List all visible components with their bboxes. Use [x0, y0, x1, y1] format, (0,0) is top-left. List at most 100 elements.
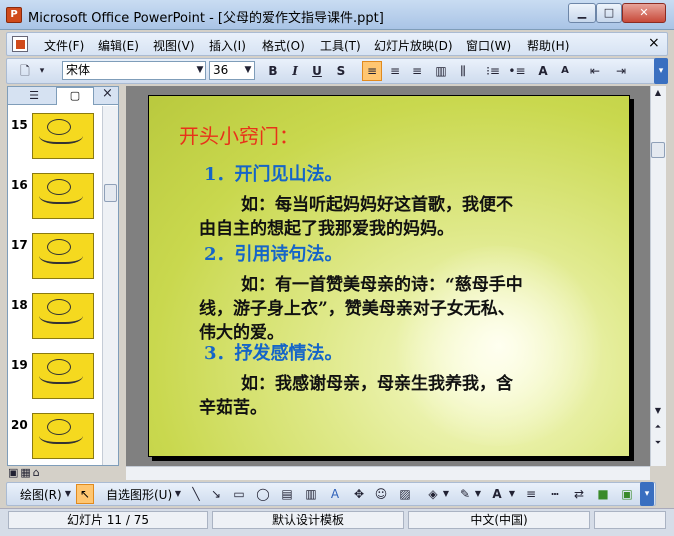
arrow-icon[interactable]: ↘ — [208, 485, 224, 503]
thumbnail-scroll-thumb[interactable] — [104, 184, 117, 202]
menu-window[interactable]: 窗口(W) — [466, 37, 511, 54]
slide-thumbnail-15[interactable] — [32, 113, 94, 159]
slide-thumbnail-20[interactable] — [32, 413, 94, 459]
wordart-icon[interactable]: A — [326, 485, 344, 503]
close-document-button[interactable]: × — [648, 35, 660, 51]
select-objects-icon[interactable]: ↖ — [76, 484, 94, 504]
slide-horizontal-scrollbar[interactable] — [126, 466, 650, 480]
slide-number: 16 — [11, 178, 28, 192]
current-slide[interactable]: 开头小窍门： 1．开门见山法。 如：每当听起妈妈好这首歌，我便不 由自主的想起了… — [148, 95, 630, 457]
new-document-icon[interactable]: 🗋 — [14, 62, 36, 80]
slide-scroll-thumb[interactable] — [651, 142, 665, 158]
font-dropdown-icon[interactable]: ▼ — [194, 62, 206, 79]
section-body-line[interactable]: 线，游子身上衣”，赞美母亲对子女无私、 — [199, 294, 515, 319]
vertical-text-icon[interactable]: ⫼ — [454, 62, 472, 80]
section-body-line[interactable]: 辛茹苦。 — [199, 393, 267, 418]
outline-tab[interactable]: ☰ — [14, 88, 54, 104]
menu-view[interactable]: 视图(V) — [153, 37, 195, 54]
slide-counter: 幻灯片 11 / 75 — [8, 511, 208, 529]
bold-button[interactable]: B — [264, 62, 282, 80]
section-heading[interactable]: 3．抒发感情法。 — [204, 339, 343, 365]
underline-button[interactable]: U — [308, 62, 326, 80]
slide-thumbnail-18[interactable] — [32, 293, 94, 339]
picture-icon[interactable]: ▨ — [396, 485, 414, 503]
diagram-icon[interactable]: ✥ — [350, 485, 368, 503]
3d-style-icon[interactable]: ▣ — [618, 485, 636, 503]
bullets-icon[interactable]: •≡ — [508, 62, 526, 80]
drawing-toolbar-overflow-icon[interactable]: ▾ — [640, 482, 654, 506]
shadow-style-icon[interactable]: ■ — [594, 485, 612, 503]
shrink-font-button[interactable]: A — [556, 62, 574, 80]
scroll-up-icon[interactable]: ▲ — [650, 86, 666, 100]
slide-thumbnail-19[interactable] — [32, 353, 94, 399]
section-body-line[interactable]: 由自主的想起了我那爱我的妈妈。 — [199, 214, 454, 239]
thumbnail-scrollbar[interactable] — [102, 106, 118, 465]
increase-indent-icon[interactable]: ⇥ — [612, 62, 630, 80]
slide-number: 19 — [11, 358, 28, 372]
decrease-indent-icon[interactable]: ⇤ — [586, 62, 604, 80]
language-status: 中文(中国) — [408, 511, 590, 529]
slide-thumbnail-17[interactable] — [32, 233, 94, 279]
font-color-icon[interactable]: A — [488, 485, 506, 503]
menu-file[interactable]: 文件(F) — [44, 37, 84, 54]
autoshapes-button[interactable]: 自选图形(U) — [106, 486, 172, 503]
powerpoint-app-icon[interactable]: P — [6, 7, 22, 23]
autoshapes-dropdown-icon[interactable]: ▼ — [172, 485, 184, 503]
toolbar-options-icon[interactable]: ▾ — [36, 62, 48, 80]
oval-icon[interactable]: ◯ — [254, 485, 272, 503]
window-title: Microsoft Office PowerPoint - [父母的爱作文指导课… — [28, 11, 384, 26]
italic-button[interactable]: I — [286, 62, 304, 80]
draw-menu-button[interactable]: 绘图(R) — [20, 486, 62, 503]
numbering-icon[interactable]: ⁝≡ — [484, 62, 502, 80]
grow-font-button[interactable]: A — [534, 62, 552, 80]
line-style-icon[interactable]: ≡ — [522, 485, 540, 503]
dash-style-icon[interactable]: ┅ — [546, 485, 564, 503]
vertical-textbox-icon[interactable]: ▥ — [302, 485, 320, 503]
menu-insert[interactable]: 插入(I) — [209, 37, 246, 54]
section-body-line[interactable]: 如：有一首赞美母亲的诗：“慈母手中 — [241, 270, 523, 295]
align-left-icon: ≡ — [366, 64, 378, 78]
section-body-line[interactable]: 如：每当听起妈妈好这首歌，我便不 — [241, 190, 513, 215]
slide-title[interactable]: 开头小窍门： — [179, 120, 299, 149]
draw-dropdown-icon[interactable]: ▼ — [62, 485, 74, 503]
maximize-button[interactable]: □ — [596, 3, 622, 23]
design-template-status[interactable]: 默认设计模板 — [212, 511, 404, 529]
document-menu-icon[interactable] — [12, 36, 28, 52]
status-empty-cell — [594, 511, 666, 529]
arrow-style-icon[interactable]: ⇄ — [570, 485, 588, 503]
line-icon[interactable]: ╲ — [188, 485, 204, 503]
menu-tools[interactable]: 工具(T) — [320, 37, 361, 54]
menu-format[interactable]: 格式(O) — [262, 37, 305, 54]
clipart-icon[interactable]: ☺ — [372, 485, 390, 503]
line-color-dropdown-icon[interactable]: ▼ — [472, 485, 484, 503]
close-window-button[interactable]: ✕ — [622, 3, 666, 23]
minimize-button[interactable]: ▁ — [568, 3, 596, 23]
next-slide-icon[interactable]: ⏷ — [650, 436, 666, 450]
menu-slideshow[interactable]: 幻灯片放映(D) — [374, 37, 453, 54]
font-color-dropdown-icon[interactable]: ▼ — [506, 485, 518, 503]
pane-close-button[interactable]: × — [102, 86, 113, 101]
section-body-line[interactable]: 如：我感谢母亲，母亲生我养我，含 — [241, 369, 513, 394]
slide-number: 15 — [11, 118, 28, 132]
menu-help[interactable]: 帮助(H) — [527, 37, 569, 54]
textbox-icon[interactable]: ▤ — [278, 485, 296, 503]
size-dropdown-icon[interactable]: ▼ — [242, 62, 254, 79]
columns-icon[interactable]: ▥ — [432, 62, 450, 80]
font-name-combo[interactable]: 宋体 — [62, 61, 206, 80]
fill-color-dropdown-icon[interactable]: ▼ — [440, 485, 452, 503]
slide-number: 17 — [11, 238, 28, 252]
align-right-icon[interactable]: ≡ — [408, 62, 426, 80]
rectangle-icon[interactable]: ▭ — [230, 485, 248, 503]
slide-thumbnail-16[interactable] — [32, 173, 94, 219]
toolbar-overflow-icon[interactable]: ▾ — [654, 58, 668, 84]
shadow-button[interactable]: S — [332, 62, 350, 80]
menu-edit[interactable]: 编辑(E) — [98, 37, 139, 54]
slides-tab[interactable]: ▢ — [56, 87, 94, 105]
scroll-down-icon[interactable]: ▼ — [650, 404, 666, 418]
previous-slide-icon[interactable]: ⏶ — [650, 420, 666, 434]
align-center-icon[interactable]: ≡ — [386, 62, 404, 80]
section-heading[interactable]: 1．开门见山法。 — [204, 160, 343, 186]
view-buttons[interactable]: ▣▦⌂ — [8, 466, 120, 482]
slide-number: 20 — [11, 418, 28, 432]
section-heading[interactable]: 2．引用诗句法。 — [204, 240, 343, 266]
